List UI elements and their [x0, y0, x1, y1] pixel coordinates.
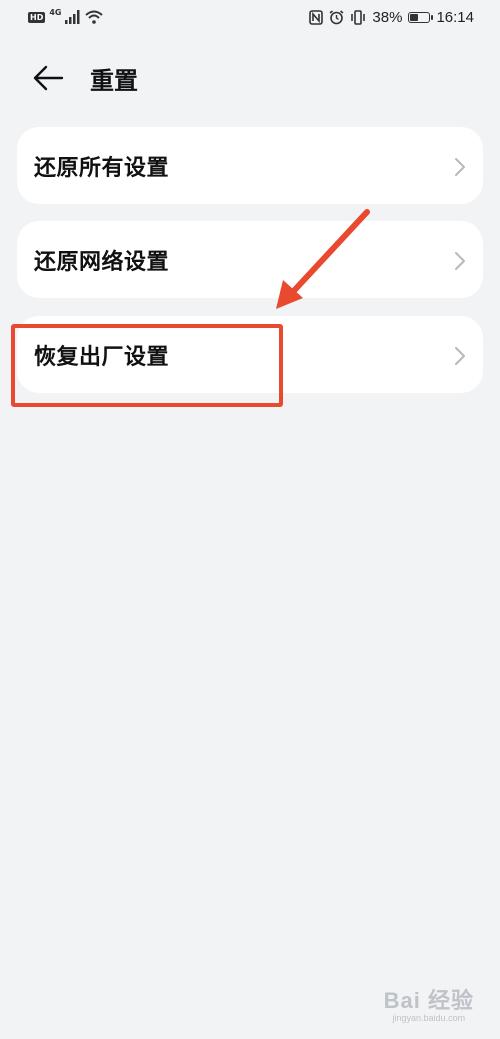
watermark-url: jingyan.baidu.com: [392, 1013, 466, 1023]
watermark-logo: Bai 经验: [383, 988, 474, 1013]
annotation-arrow-icon: [276, 209, 370, 309]
watermark: Bai 经验 jingyan.baidu.com: [384, 983, 474, 1023]
